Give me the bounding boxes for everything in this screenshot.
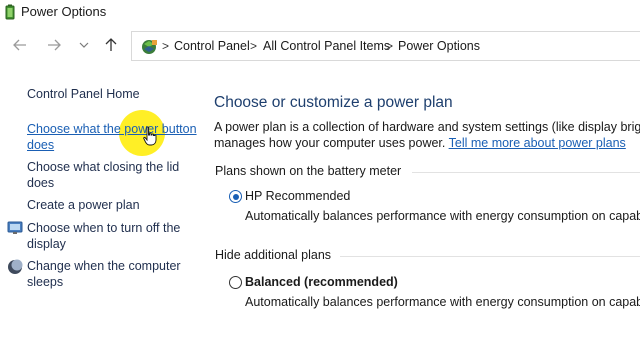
arrow-right-icon [48, 39, 61, 51]
arrow-up-icon [105, 38, 117, 51]
main-content: Choose or customize a power plan A power… [200, 68, 640, 360]
sidebar-item-label: Create a power plan [27, 198, 140, 212]
sidebar-item-create-plan[interactable]: Create a power plan [27, 198, 140, 214]
sidebar-item-label: display [27, 236, 66, 251]
breadcrumb-all-items[interactable]: All Control Panel Items [263, 39, 390, 53]
sidebar-control-panel-home[interactable]: Control Panel Home [27, 87, 140, 103]
breadcrumb-separator: > [162, 39, 170, 53]
page-title: Choose or customize a power plan [214, 94, 453, 111]
hide-plans-group-label[interactable]: Hide additional plans [215, 248, 331, 262]
sidebar-item-label: Choose what the power button [27, 122, 197, 136]
moon-icon [8, 259, 23, 274]
plan-radio-hp-recommended[interactable] [229, 190, 242, 203]
plan-name-hp-recommended[interactable]: HP Recommended [245, 189, 350, 203]
sidebar-item-computer-sleeps[interactable]: Change when the computer sleeps [27, 259, 181, 290]
plan-name-balanced[interactable]: Balanced (recommended) [245, 275, 398, 289]
group-divider [412, 172, 640, 173]
sidebar-item-turn-off-display[interactable]: Choose when to turn off the display [27, 221, 180, 252]
description-text: manages how your computer uses power. [214, 135, 446, 150]
chevron-down-icon [79, 42, 89, 48]
plan-description-hp-recommended: Automatically balances performance with … [245, 209, 640, 223]
group-divider [340, 256, 640, 257]
arrow-left-icon [13, 39, 26, 51]
sidebar-item-label: Choose when to turn off the [27, 221, 181, 235]
description-line-2: manages how your computer uses power. Te… [214, 136, 640, 152]
battery-meter-group-label: Plans shown on the battery meter [215, 164, 402, 178]
control-panel-icon [142, 40, 157, 54]
breadcrumb-separator[interactable]: > [250, 39, 257, 53]
title-bar: Power Options [0, 0, 640, 24]
recent-locations-button[interactable] [73, 34, 95, 56]
sidebar-item-power-button[interactable]: Choose what the power button does [27, 122, 197, 153]
learn-more-link[interactable]: Tell me more about power plans [449, 136, 626, 150]
breadcrumb-separator[interactable]: > [386, 39, 393, 53]
up-button[interactable] [100, 34, 122, 56]
hand-pointer-icon [143, 126, 157, 146]
sidebar-item-label: Choose what closing the lid [27, 160, 180, 174]
sidebar-item-label: sleeps [27, 274, 64, 289]
breadcrumb-power-options[interactable]: Power Options [398, 39, 480, 53]
sidebar-item-label: Change when the computer [27, 259, 181, 273]
battery-icon [5, 4, 15, 20]
plan-description-balanced: Automatically balances performance with … [245, 295, 640, 309]
sidebar: Control Panel Home Choose what the power… [0, 68, 200, 360]
plan-description: A power plan is a collection of hardware… [214, 120, 640, 151]
forward-button[interactable] [43, 34, 65, 56]
sidebar-item-label: does [27, 137, 55, 152]
sidebar-item-closing-lid[interactable]: Choose what closing the lid does [27, 160, 179, 191]
window-title: Power Options [21, 4, 107, 19]
address-bar[interactable]: > Control Panel > All Control Panel Item… [131, 31, 640, 61]
back-button[interactable] [9, 34, 31, 56]
monitor-icon [7, 221, 23, 234]
description-line: A power plan is a collection of hardware… [214, 120, 640, 134]
plan-radio-balanced[interactable] [229, 276, 242, 289]
breadcrumb-control-panel[interactable]: Control Panel [174, 39, 250, 53]
sidebar-item-label: does [27, 175, 55, 190]
